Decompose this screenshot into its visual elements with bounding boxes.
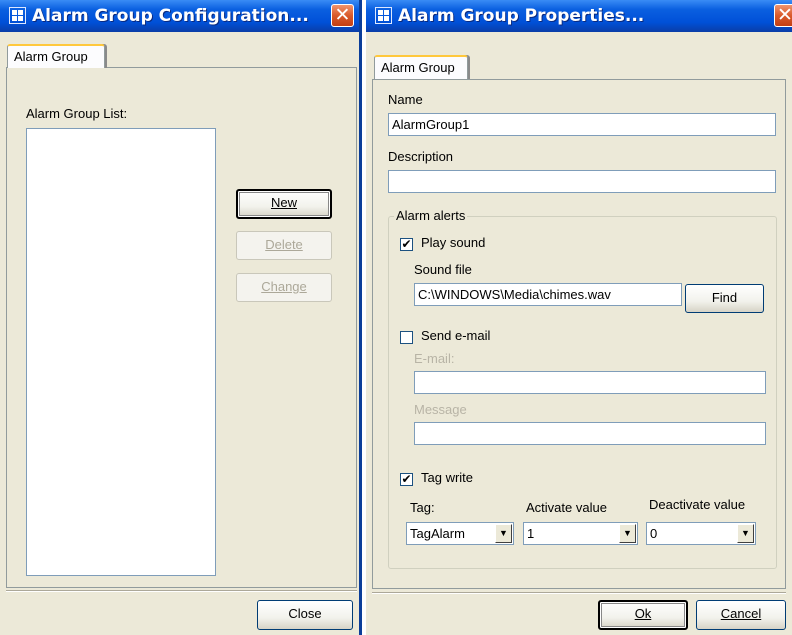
sound-file-label: Sound file bbox=[414, 262, 472, 277]
alarm-alerts-title: Alarm alerts bbox=[394, 208, 468, 223]
message-label: Message bbox=[414, 402, 467, 417]
close-icon[interactable]: ✕ bbox=[774, 4, 792, 27]
new-button[interactable]: New bbox=[236, 189, 332, 219]
close-button-label: Close bbox=[288, 606, 322, 621]
config-footer-divider bbox=[6, 590, 357, 592]
cancel-button-label: Cancel bbox=[720, 606, 762, 621]
tab-alarm-group[interactable]: Alarm Group bbox=[7, 44, 105, 68]
sound-file-field[interactable]: C:\WINDOWS\Media\chimes.wav bbox=[414, 283, 682, 306]
deactivate-value-select-value: 0 bbox=[650, 526, 658, 541]
cancel-button[interactable]: Cancel bbox=[696, 600, 786, 630]
ok-button-label: Ok bbox=[634, 606, 652, 621]
tag-write-checkbox[interactable]: ✔ bbox=[400, 473, 413, 486]
tag-select[interactable]: TagAlarm ▼ bbox=[406, 522, 514, 545]
ok-button[interactable]: Ok bbox=[598, 600, 688, 630]
close-button[interactable]: Close bbox=[257, 600, 353, 630]
activate-value-label: Activate value bbox=[526, 500, 607, 515]
check-icon: ✔ bbox=[401, 472, 412, 486]
app-icon bbox=[9, 7, 26, 24]
config-window-title: Alarm Group Configuration... bbox=[32, 6, 309, 26]
new-button-label: New bbox=[270, 195, 297, 210]
send-email-checkbox[interactable] bbox=[400, 331, 413, 344]
play-sound-label: Play sound bbox=[421, 235, 486, 250]
deactivate-value-select[interactable]: 0 ▼ bbox=[646, 522, 756, 545]
activate-value-select-value: 1 bbox=[527, 526, 535, 541]
alarm-group-properties-window: Alarm Group Properties... ✕ Alarm Group … bbox=[366, 0, 792, 635]
close-icon[interactable]: ✕ bbox=[331, 4, 354, 27]
tag-write-label: Tag write bbox=[421, 470, 474, 485]
properties-title-bar[interactable]: Alarm Group Properties... ✕ bbox=[366, 0, 792, 32]
tab-alarm-group[interactable]: Alarm Group bbox=[374, 55, 468, 79]
properties-window-title: Alarm Group Properties... bbox=[398, 6, 645, 26]
chevron-down-icon[interactable]: ▼ bbox=[495, 524, 512, 543]
change-button[interactable]: Change bbox=[236, 273, 332, 302]
chevron-down-icon[interactable]: ▼ bbox=[619, 524, 636, 543]
play-sound-checkbox[interactable]: ✔ bbox=[400, 238, 413, 251]
alarm-group-list[interactable] bbox=[26, 128, 216, 576]
tag-select-value: TagAlarm bbox=[410, 526, 465, 541]
send-email-label: Send e-mail bbox=[421, 328, 491, 343]
delete-button[interactable]: Delete bbox=[236, 231, 332, 260]
tag-label: Tag: bbox=[410, 500, 435, 515]
find-button-label: Find bbox=[711, 290, 738, 305]
app-icon bbox=[375, 7, 392, 24]
description-field[interactable] bbox=[388, 170, 776, 193]
delete-button-label: Delete bbox=[265, 237, 303, 252]
alarm-group-configuration-window: Alarm Group Configuration... ✕ Alarm Gro… bbox=[0, 0, 362, 635]
check-icon: ✔ bbox=[401, 237, 412, 251]
change-button-label: Change bbox=[261, 279, 307, 294]
activate-value-select[interactable]: 1 ▼ bbox=[523, 522, 638, 545]
find-button[interactable]: Find bbox=[685, 284, 764, 313]
name-label: Name bbox=[388, 92, 423, 107]
email-field[interactable] bbox=[414, 371, 766, 394]
config-title-bar[interactable]: Alarm Group Configuration... ✕ bbox=[0, 0, 359, 32]
deactivate-value-label: Deactivate value bbox=[649, 497, 746, 512]
description-label: Description bbox=[388, 149, 454, 164]
properties-footer-divider bbox=[372, 592, 786, 594]
chevron-down-icon[interactable]: ▼ bbox=[737, 524, 754, 543]
name-field[interactable]: AlarmGroup1 bbox=[388, 113, 776, 136]
alarm-group-list-label: Alarm Group List: bbox=[26, 106, 128, 121]
message-field[interactable] bbox=[414, 422, 766, 445]
email-label: E-mail: bbox=[414, 351, 455, 366]
